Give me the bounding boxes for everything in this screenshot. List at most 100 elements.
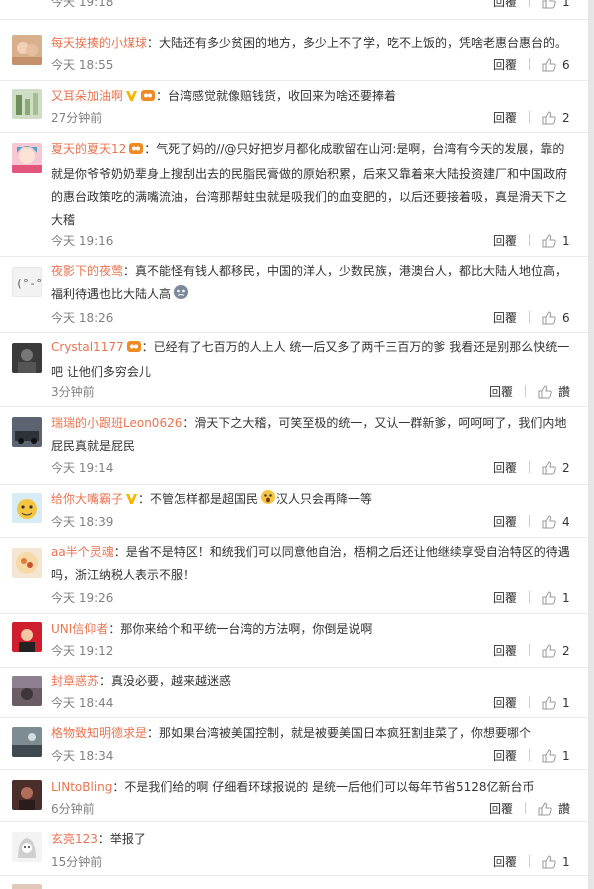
comment-item: 格物致知明德求是：那如果台湾被美国控制，就是被要美国日本疯狂割韭菜了，你想要哪个… xyxy=(0,718,588,770)
comment-time: 15分钟前 xyxy=(51,855,103,869)
reply-button[interactable]: 回覆 xyxy=(493,231,517,251)
reply-button[interactable]: 回覆 xyxy=(493,55,517,75)
like-icon[interactable] xyxy=(542,696,556,716)
username-link[interactable]: 瑞瑞的小跟班Leon0626 xyxy=(51,416,182,430)
like-count: 4 xyxy=(562,515,570,529)
username-link[interactable]: 格物致知明德求是 xyxy=(51,726,147,740)
like-count: 6 xyxy=(562,58,570,72)
username-link[interactable]: 又耳朵加油啊 xyxy=(51,89,123,103)
reply-button[interactable]: 回覆 xyxy=(493,308,517,328)
like-icon[interactable] xyxy=(542,58,556,78)
comment-item: 瑞瑞的小跟班Leon0626：滑天下之大稽，可笑至极的统一，又认一群新爹，呵呵呵… xyxy=(0,407,588,485)
user-avatar[interactable] xyxy=(12,35,42,65)
comment-text-cont: 汉人只会再降一等 xyxy=(276,492,373,506)
comment-item: LINtoBling：不是我们给的啊 仔细看环球报说的 是统一后他们可以每年节省… xyxy=(0,770,588,822)
like-count: 2 xyxy=(562,644,570,658)
comment-text: ：不管怎样都是超国民 xyxy=(138,492,259,506)
like-count: 2 xyxy=(562,111,570,125)
reply-button[interactable]: 回覆 xyxy=(489,799,513,819)
username-link[interactable]: Crystal1177 xyxy=(51,340,124,354)
like-count: 1 xyxy=(562,591,570,605)
reply-button[interactable]: 回覆 xyxy=(493,746,517,766)
comment-text: ：台湾感觉就像赔钱货，收回来为啥还要捧着 xyxy=(156,89,397,103)
reply-button[interactable]: 回覆 xyxy=(493,0,517,12)
comment-time: 今天 19:16 xyxy=(51,234,114,248)
page-edge xyxy=(588,0,594,889)
comment-item: 夏天的夏天12 ：气死了妈的//@只好把岁月都化成歌留在山河:是啊，台湾有今天的发… xyxy=(0,133,588,257)
comment-item: 每天挨揍的小煤球：大陆还有多少贫困的地方，多少上不了学，吃不上饭的，凭啥老惠台惠… xyxy=(0,27,588,81)
reply-button[interactable]: 回覆 xyxy=(493,641,517,661)
like-count: 1 xyxy=(562,0,570,9)
reply-button[interactable]: 回覆 xyxy=(493,512,517,532)
reply-button[interactable]: 回覆 xyxy=(493,588,517,608)
like-count: 1 xyxy=(562,234,570,248)
user-avatar[interactable] xyxy=(12,343,42,373)
comment-time: 今天 18:26 xyxy=(51,311,114,325)
member-badge-icon xyxy=(128,140,144,163)
username-link[interactable]: LINtoBling xyxy=(51,780,112,794)
user-avatar[interactable] xyxy=(12,417,42,447)
svg-text:(°-°): (°-°) xyxy=(16,277,42,290)
username-link[interactable]: 夏天的夏天12 xyxy=(51,142,126,156)
reply-button[interactable]: 回覆 xyxy=(489,382,513,402)
like-icon[interactable] xyxy=(542,111,556,131)
like-count: 6 xyxy=(562,311,570,325)
like-icon[interactable] xyxy=(542,515,556,535)
username-link[interactable]: 给你大嘴霸子 xyxy=(51,492,123,506)
comment-text: ：大陆还有多少贫困的地方，多少上不了学，吃不上饭的，凭啥老惠台惠台的。 xyxy=(147,36,568,50)
user-avatar[interactable] xyxy=(12,780,42,810)
comment-time: 27分钟前 xyxy=(51,111,103,125)
comment-item-partial: 今天 19:18 回覆 1 xyxy=(0,0,588,20)
username-link[interactable]: UNI信仰者 xyxy=(51,622,108,636)
username-link[interactable]: 夜影下的夜莺 xyxy=(51,264,123,278)
user-avatar[interactable] xyxy=(12,89,42,119)
user-avatar[interactable] xyxy=(12,143,42,173)
like-icon[interactable] xyxy=(538,802,552,822)
username-link[interactable]: 每天挨揍的小煤球 xyxy=(51,36,147,50)
user-avatar[interactable]: (°-°) xyxy=(12,267,42,297)
like-icon[interactable] xyxy=(538,385,552,405)
user-avatar[interactable] xyxy=(12,884,42,889)
like-icon[interactable] xyxy=(542,644,556,664)
verified-v-icon xyxy=(125,490,138,513)
like-icon[interactable] xyxy=(542,311,556,331)
comment-text: ：那你来给个和平统一台湾的方法啊，你倒是说啊 xyxy=(108,622,373,636)
comment-time: 今天 19:18 xyxy=(51,0,114,9)
username-link[interactable]: 玄亮123 xyxy=(51,832,98,846)
username-link[interactable]: aa半个灵魂 xyxy=(51,545,114,559)
crying-emoji-icon xyxy=(173,284,189,308)
user-avatar[interactable] xyxy=(12,676,42,706)
like-count: 1 xyxy=(562,855,570,869)
reply-button[interactable]: 回覆 xyxy=(493,108,517,128)
comment-time: 3分钟前 xyxy=(51,385,95,399)
comment-time: 今天 18:39 xyxy=(51,515,114,529)
comment-text: ：真没必要，越来越迷惑 xyxy=(99,674,232,688)
user-avatar[interactable] xyxy=(12,622,42,652)
like-icon[interactable] xyxy=(542,855,556,875)
like-icon[interactable] xyxy=(542,461,556,481)
comment-time: 今天 18:44 xyxy=(51,696,114,710)
user-avatar[interactable] xyxy=(12,727,42,757)
like-icon[interactable] xyxy=(542,234,556,254)
user-avatar[interactable] xyxy=(12,548,42,578)
comment-text: ：真不能怪有钱人都移民，中国的洋人，少数民族，港澳台人，都比大陆人地位高，福利待… xyxy=(51,264,568,301)
reply-button[interactable]: 回覆 xyxy=(493,852,517,872)
comment-item: 又耳朵加油啊 ：台湾感觉就像赔钱货，收回来为啥还要捧着 27分钟前 回覆 2 xyxy=(0,81,588,133)
reply-button[interactable]: 回覆 xyxy=(493,693,517,713)
like-count: 1 xyxy=(562,749,570,763)
comment-time: 今天 18:55 xyxy=(51,58,114,72)
like-count: 1 xyxy=(562,696,570,710)
verified-v-icon xyxy=(125,87,138,110)
user-avatar[interactable] xyxy=(12,493,42,523)
comment-item-partial xyxy=(0,876,588,889)
comment-text: ：不是我们给的啊 仔细看环球报说的 是统一后他们可以每年节省5128亿新台币 xyxy=(112,780,535,794)
reply-button[interactable]: 回覆 xyxy=(493,458,517,478)
comment-item: aa半个灵魂：是省不是特区！和统我们可以同意他自治，梧桐之后还让他继续享受自治特… xyxy=(0,538,588,614)
user-avatar[interactable] xyxy=(12,832,42,862)
like-icon[interactable] xyxy=(542,591,556,611)
like-icon[interactable] xyxy=(542,0,556,15)
comment-item: 封章惑苏：真没必要，越来越迷惑 今天 18:44 回覆 1 xyxy=(0,668,588,718)
member-badge-icon xyxy=(126,338,142,361)
like-icon[interactable] xyxy=(542,749,556,769)
username-link[interactable]: 封章惑苏 xyxy=(51,674,99,688)
